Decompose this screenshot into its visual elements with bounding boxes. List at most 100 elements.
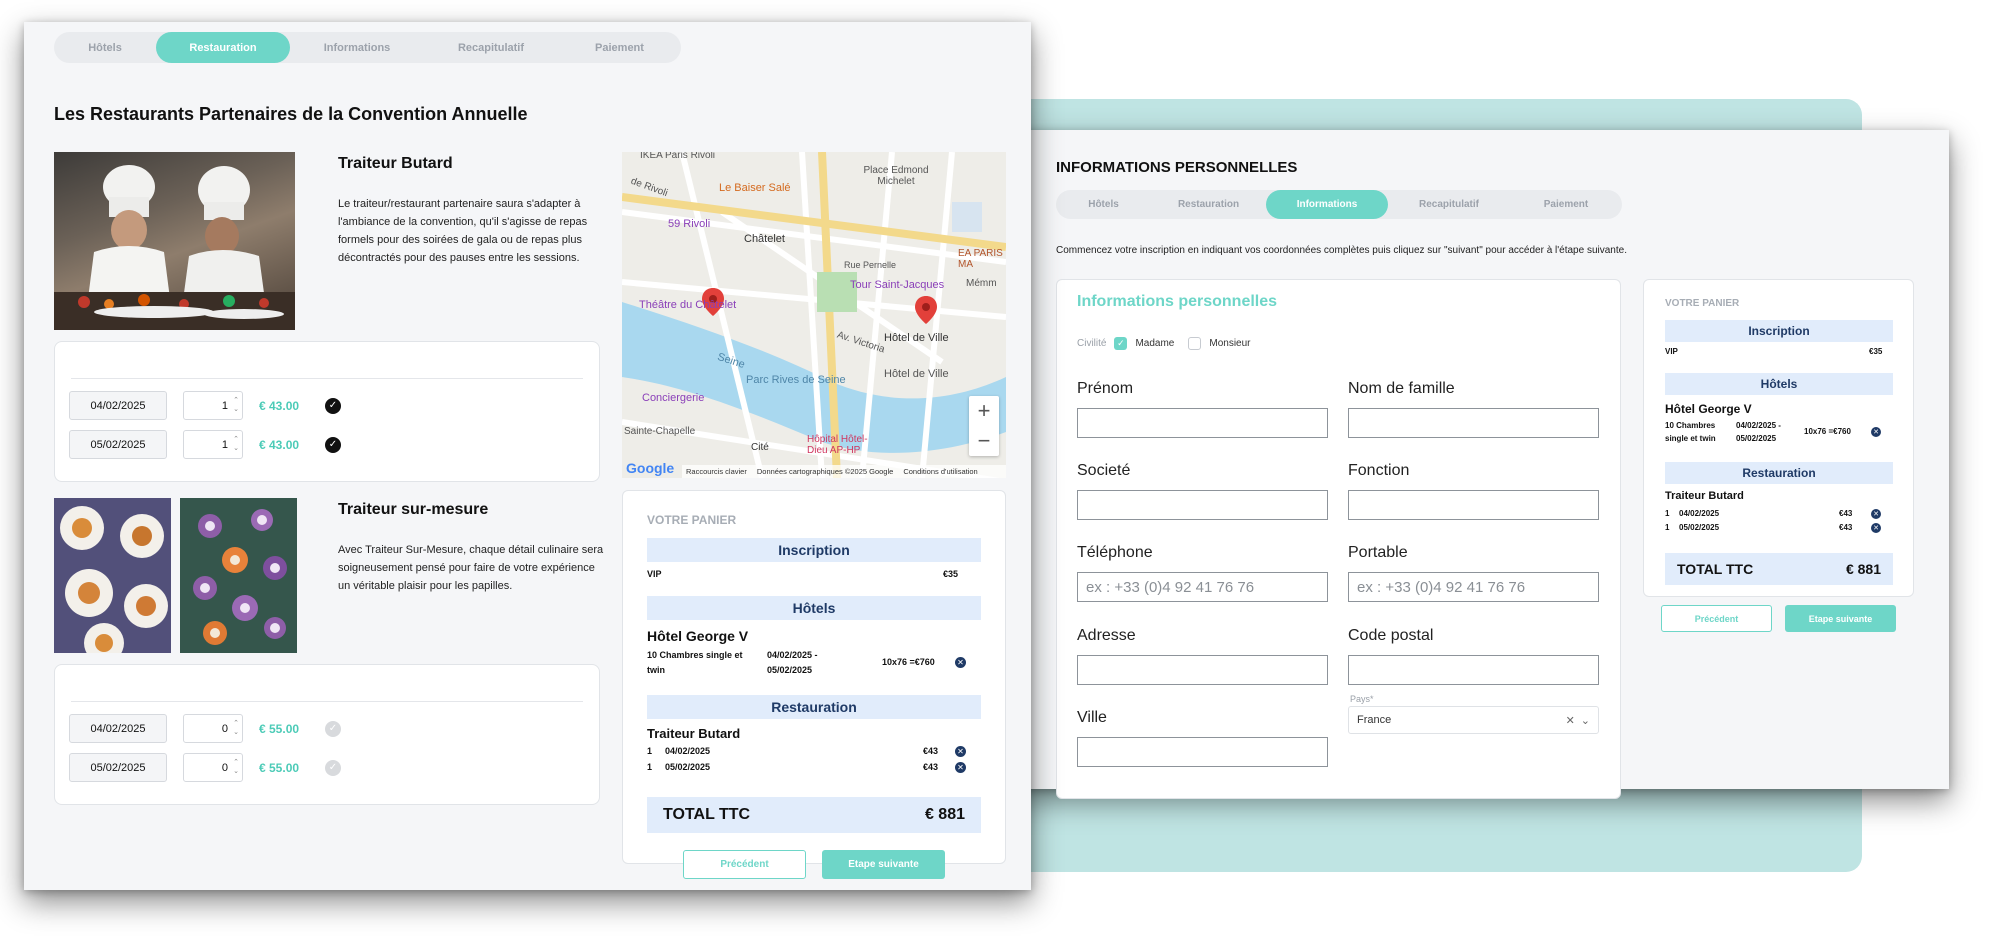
checkbox-monsieur[interactable] [1188,337,1202,350]
adresse-input[interactable] [1077,655,1328,685]
cart-section-hotels: Hôtels [1665,373,1893,395]
date-field[interactable]: 05/02/2025 [69,430,167,459]
keyboard-shortcuts-link[interactable]: Raccourcis clavier [686,467,747,476]
step-paiement[interactable]: Paiement [1510,190,1622,219]
map-label: Hôtel de Ville [884,368,949,380]
quantity-stepper[interactable]: 0 ⌃ ⌄ [183,714,243,743]
nom-input[interactable] [1348,408,1599,438]
step-recapitulatif[interactable]: Recapitulatif [1388,190,1510,219]
remove-icon[interactable]: ✕ [1871,523,1881,533]
restaurant-booking-card: 04/02/2025 1 ⌃ ⌄ € 43.00 ✓ 05/02/2025 1 ⌃ ⌄ … [54,341,600,482]
map-label: IKEA Paris Rivoli [640,152,716,161]
portable-input[interactable]: ex : +33 (0)4 92 41 76 76 [1348,572,1599,602]
civilite-group: Civilité ✓ Madame Monsieur [1077,337,1251,350]
quantity-stepper[interactable]: 1 ⌃ ⌄ [183,391,243,420]
ville-label: Ville [1077,709,1107,726]
map-label: Parc Rives de Seine [746,374,846,386]
check-icon[interactable]: ✓ [325,436,341,453]
restaurant-name: Traiteur Butard [338,155,453,172]
quantity-stepper[interactable]: 0 ⌃ ⌄ [183,753,243,782]
date-field[interactable]: 04/02/2025 [69,391,167,420]
page-title: INFORMATIONS PERSONNELLES [1056,159,1298,176]
check-icon[interactable]: ✓ [325,720,341,737]
form-title: Informations personnelles [1077,293,1278,310]
map-label: EA PARIS MA [958,248,1003,270]
rest-date: 05/02/2025 [1679,523,1720,532]
code-postal-label: Code postal [1348,627,1434,644]
cart-section-restauration: Restauration [1665,462,1893,484]
societe-label: Societé [1077,462,1131,479]
prenom-input[interactable] [1077,408,1328,438]
hotel-dates: 04/02/2025 - 05/02/2025 [767,650,818,675]
restaurant-name: Traiteur sur-mesure [338,501,489,518]
step-hotels[interactable]: Hôtels [54,32,156,63]
previous-button[interactable]: Précédent [683,850,806,879]
remove-icon[interactable]: ✕ [1871,509,1881,519]
zoom-control: + − [969,396,999,456]
remove-icon[interactable]: ✕ [1871,427,1881,437]
map-data-text: Données cartographiques ©2025 Google [756,467,894,476]
terms-link[interactable]: Conditions d'utilisation [903,467,977,476]
booking-row: 04/02/2025 1 ⌃ ⌄ € 43.00 ✓ [69,391,341,420]
ville-input[interactable] [1077,737,1328,767]
step-paiement[interactable]: Paiement [558,32,681,63]
cart-panel: VOTRE PANIER Inscription VIP €35 Hôtels … [1643,279,1914,597]
portable-label: Portable [1348,544,1408,561]
booking-row: 04/02/2025 0 ⌃ ⌄ € 55.00 ✓ [69,714,341,743]
prenom-label: Prénom [1077,380,1134,397]
informations-window: INFORMATIONS PERSONNELLES Hôtels Restaur… [1017,130,1949,799]
map-label: Cité [751,442,769,453]
dishes-photo [54,498,171,653]
map-label: Théâtre du Châtelet [639,299,737,311]
total-label: TOTAL TTC [1677,561,1754,577]
map-label: 59 Rivoli [668,218,711,230]
map-label: Mémm [966,278,997,289]
civilite-label: Civilité [1077,338,1107,349]
map-label: Rue Pernelle [844,260,897,270]
divider [71,378,583,379]
map-pin-icon[interactable] [915,296,937,324]
vip-price: €35 [1869,347,1883,356]
zoom-out-button[interactable]: − [969,426,999,456]
clear-icon[interactable]: ✕ [1566,714,1575,727]
previous-button[interactable]: Précédent [1661,605,1772,632]
cart-panel: VOTRE PANIER Inscription VIP €35 Hôtels … [622,490,1006,864]
zoom-in-button[interactable]: + [969,396,999,426]
remove-icon[interactable]: ✕ [955,762,966,773]
step-recapitulatif[interactable]: Recapitulatif [424,32,558,63]
fonction-input[interactable] [1348,490,1599,520]
remove-icon[interactable]: ✕ [955,746,966,757]
map[interactable]: IKEA Paris Rivoli de Rivoli Le Baiser Sa… [622,152,1006,478]
step-hotels[interactable]: Hôtels [1056,190,1151,219]
quantity-stepper[interactable]: 1 ⌃ ⌄ [183,430,243,459]
date-field[interactable]: 04/02/2025 [69,714,167,743]
check-icon[interactable]: ✓ [325,759,341,776]
step-bar: Hôtels Restauration Informations Recapit… [54,32,681,63]
cart-section-restauration: Restauration [647,695,981,719]
next-step-button[interactable]: Etape suivante [822,850,945,879]
select-controls: ✕ ⌄ [1566,714,1590,727]
remove-icon[interactable]: ✕ [955,657,966,668]
page-title: Les Restaurants Partenaires de la Conven… [54,104,528,124]
hotel-rooms: 10 Chambres single et twin [647,650,743,675]
telephone-input[interactable]: ex : +33 (0)4 92 41 76 76 [1077,572,1328,602]
pays-select[interactable]: France ✕ ⌄ [1348,706,1599,734]
fonction-label: Fonction [1348,462,1410,479]
step-restauration[interactable]: Restauration [1151,190,1266,219]
step-restauration[interactable]: Restauration [156,32,290,63]
map-label: Le Baiser Salé [719,182,791,194]
code-postal-input[interactable] [1348,655,1599,685]
madame-label: Madame [1135,338,1175,349]
check-icon[interactable]: ✓ [325,397,341,414]
chevron-down-icon[interactable]: ⌄ [1581,714,1590,727]
date-field[interactable]: 05/02/2025 [69,753,167,782]
rest-date: 04/02/2025 [665,746,711,756]
checkbox-madame[interactable]: ✓ [1114,337,1128,350]
price: € 43.00 [259,398,300,413]
step-informations[interactable]: Informations [1266,190,1388,219]
next-step-button[interactable]: Etape suivante [1785,605,1896,632]
adresse-label: Adresse [1077,627,1136,644]
step-informations[interactable]: Informations [290,32,424,63]
monsieur-label: Monsieur [1209,338,1251,349]
societe-input[interactable] [1077,490,1328,520]
